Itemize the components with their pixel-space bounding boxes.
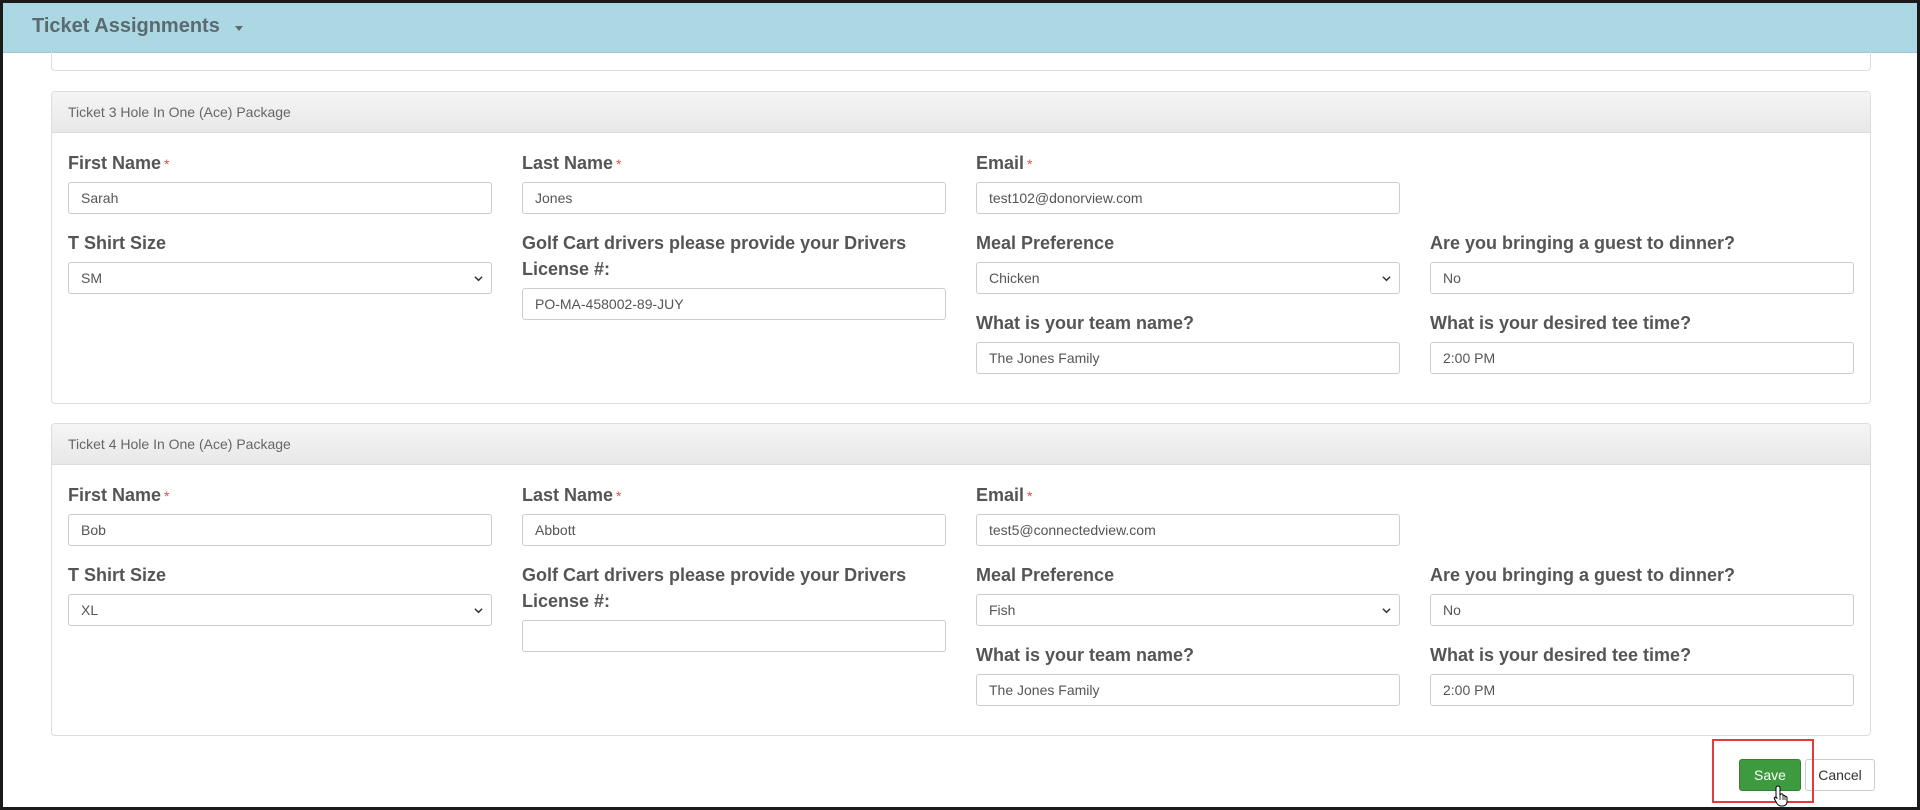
- last-name-input[interactable]: Jones: [522, 182, 946, 214]
- team-name-label: What is your team name?: [976, 645, 1195, 665]
- chevron-down-icon: [474, 276, 483, 282]
- email-input[interactable]: test102@donorview.com: [976, 182, 1400, 214]
- ticket-panel-4: Ticket 4 Hole In One (Ace) Package First…: [51, 423, 1871, 736]
- first-name-label: First Name *: [68, 153, 170, 173]
- save-highlight-box: [1712, 739, 1814, 803]
- required-asterisk: *: [616, 488, 622, 504]
- email-label: Email *: [976, 485, 1033, 505]
- tshirt-size-label: T Shirt Size: [68, 565, 167, 585]
- guest-input[interactable]: No: [1430, 594, 1854, 626]
- meal-preference-label: Meal Preference: [976, 233, 1115, 253]
- guest-label: Are you bringing a guest to dinner?: [1430, 565, 1736, 585]
- required-asterisk: *: [164, 488, 170, 504]
- first-name-label: First Name *: [68, 485, 170, 505]
- drivers-license-input[interactable]: PO-MA-458002-89-JUY: [522, 288, 946, 320]
- tee-time-label: What is your desired tee time?: [1430, 313, 1692, 333]
- required-asterisk: *: [1027, 488, 1033, 504]
- required-asterisk: *: [1027, 156, 1033, 172]
- ticket-heading-text: Ticket 4 Hole In One (Ace) Package: [68, 436, 291, 452]
- meal-preference-label: Meal Preference: [976, 565, 1115, 585]
- last-name-input[interactable]: Abbott: [522, 514, 946, 546]
- team-name-input[interactable]: The Jones Family: [976, 674, 1400, 706]
- hand-pointer-icon: [1773, 785, 1788, 807]
- tshirt-size-label: T Shirt Size: [68, 233, 167, 253]
- email-label: Email *: [976, 153, 1033, 173]
- team-name-input[interactable]: The Jones Family: [976, 342, 1400, 374]
- meal-preference-select[interactable]: Fish: [976, 594, 1400, 626]
- tee-time-input[interactable]: 2:00 PM: [1430, 674, 1854, 706]
- chevron-down-icon: [474, 608, 483, 614]
- tshirt-size-select[interactable]: SM: [68, 262, 492, 294]
- previous-ticket-panel-edge: [51, 52, 1871, 71]
- page-title[interactable]: Ticket Assignments: [32, 15, 220, 38]
- required-asterisk: *: [616, 156, 622, 172]
- guest-input[interactable]: No: [1430, 262, 1854, 294]
- cancel-button[interactable]: Cancel: [1805, 759, 1875, 791]
- tshirt-size-select[interactable]: XL: [68, 594, 492, 626]
- first-name-input[interactable]: Sarah: [68, 182, 492, 214]
- last-name-label: Last Name *: [522, 485, 622, 505]
- drivers-license-input[interactable]: [522, 620, 946, 652]
- meal-preference-select[interactable]: Chicken: [976, 262, 1400, 294]
- chevron-down-icon: [1382, 608, 1391, 614]
- ticket-panel-heading: Ticket 3 Hole In One (Ace) Package: [52, 92, 1870, 133]
- ticket-panel-3: Ticket 3 Hole In One (Ace) Package First…: [51, 91, 1871, 404]
- page-header: Ticket Assignments: [3, 3, 1917, 53]
- drivers-license-label: Golf Cart drivers please provide your Dr…: [522, 233, 907, 279]
- team-name-label: What is your team name?: [976, 313, 1195, 333]
- tee-time-input[interactable]: 2:00 PM: [1430, 342, 1854, 374]
- drivers-license-label: Golf Cart drivers please provide your Dr…: [522, 565, 907, 611]
- email-input[interactable]: test5@connectedview.com: [976, 514, 1400, 546]
- ticket-panel-heading: Ticket 4 Hole In One (Ace) Package: [52, 424, 1870, 465]
- last-name-label: Last Name *: [522, 153, 622, 173]
- caret-down-icon[interactable]: [235, 26, 243, 31]
- required-asterisk: *: [164, 156, 170, 172]
- ticket-heading-text: Ticket 3 Hole In One (Ace) Package: [68, 104, 291, 120]
- chevron-down-icon: [1382, 276, 1391, 282]
- guest-label: Are you bringing a guest to dinner?: [1430, 233, 1736, 253]
- tee-time-label: What is your desired tee time?: [1430, 645, 1692, 665]
- first-name-input[interactable]: Bob: [68, 514, 492, 546]
- app-window: Ticket Assignments Ticket 3 Hole In One …: [0, 0, 1920, 810]
